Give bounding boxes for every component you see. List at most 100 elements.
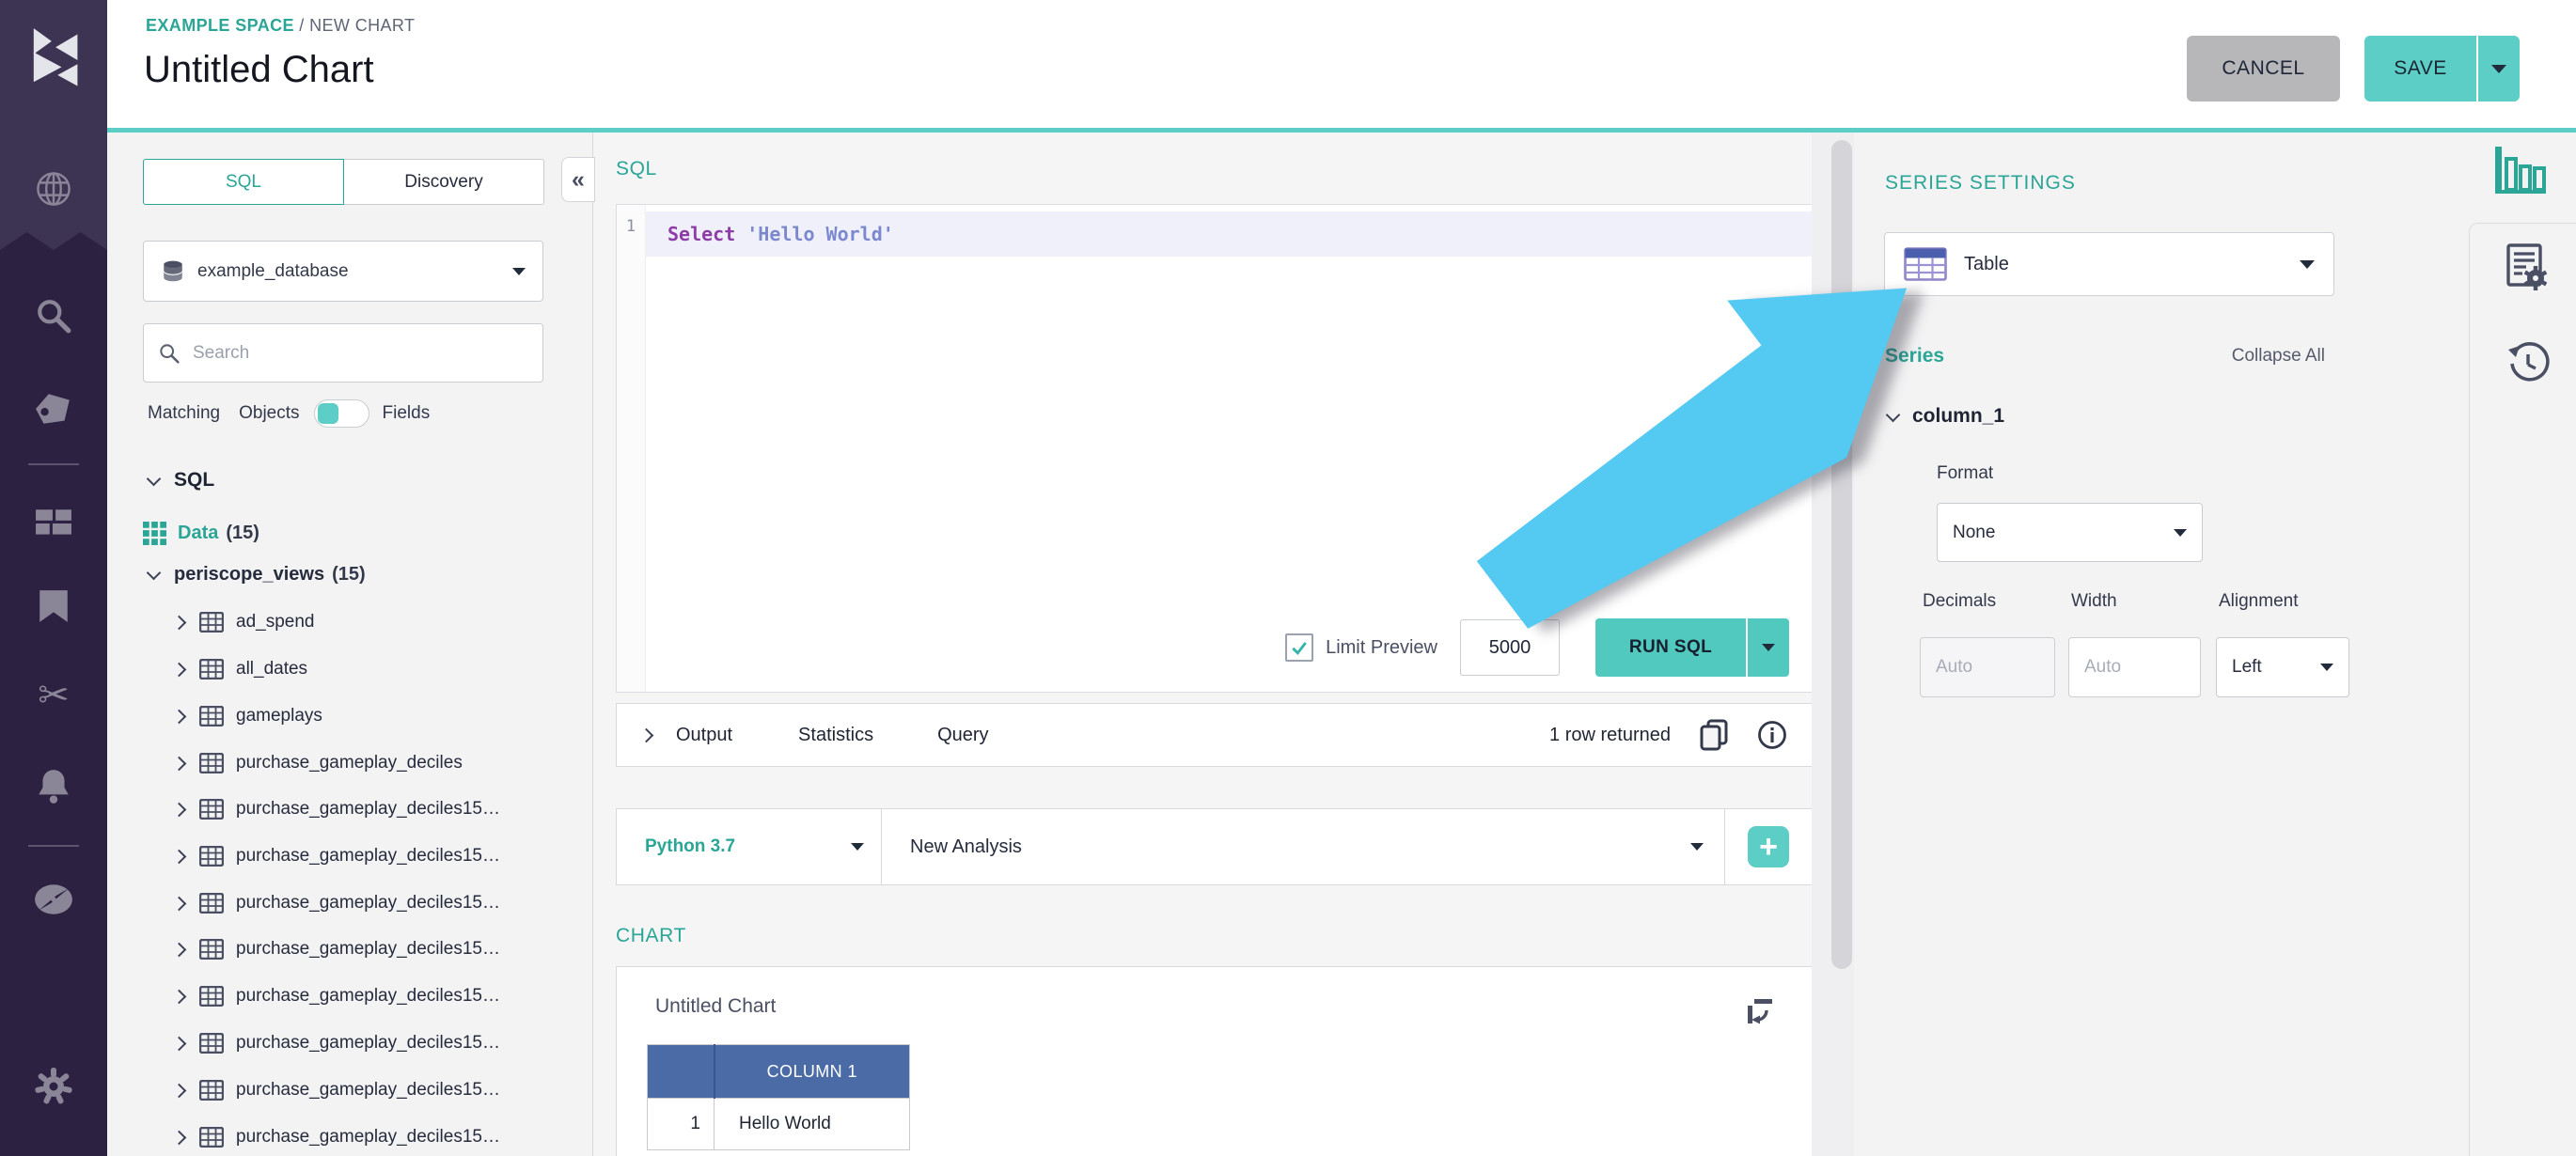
data-grid-icon bbox=[143, 522, 166, 545]
chart-settings-tab[interactable] bbox=[2490, 141, 2552, 197]
collapse-all-link[interactable]: Collapse All bbox=[2232, 346, 2325, 367]
analysis-name: New Analysis bbox=[910, 836, 1022, 858]
sql-keyword: Select bbox=[668, 223, 735, 245]
cancel-button[interactable]: CANCEL bbox=[2187, 36, 2340, 102]
compass-icon bbox=[33, 880, 74, 919]
value-cell[interactable]: Hello World bbox=[715, 1099, 910, 1150]
tree-node-table[interactable]: purchase_gameplay_deciles15… bbox=[174, 1024, 500, 1062]
sql-string-literal: 'Hello World' bbox=[746, 223, 894, 245]
query-settings-tab[interactable] bbox=[2495, 242, 2557, 291]
analysis-selector[interactable]: New Analysis bbox=[882, 809, 1724, 884]
sidebar-item-discover[interactable] bbox=[0, 880, 107, 919]
copy-icon[interactable] bbox=[1699, 719, 1729, 751]
save-options-button[interactable] bbox=[2476, 36, 2520, 102]
tab-sql[interactable]: SQL bbox=[143, 159, 344, 205]
tree-node-table[interactable]: purchase_gameplay_deciles15… bbox=[174, 977, 500, 1015]
database-selector[interactable]: example_database bbox=[143, 241, 543, 302]
sidebar-item-alerts[interactable] bbox=[0, 767, 107, 806]
width-label: Width bbox=[2071, 591, 2117, 612]
tab-statistics[interactable]: Statistics bbox=[798, 725, 873, 746]
series-column-toggle[interactable]: column_1 bbox=[1888, 405, 2004, 428]
nav-sidebar: ✂ bbox=[0, 0, 107, 1156]
source-tabs: SQL Discovery bbox=[143, 159, 544, 205]
alignment-dropdown[interactable]: Left bbox=[2216, 637, 2349, 697]
sidebar-item-snippets[interactable]: ✂ bbox=[0, 677, 107, 714]
sql-editor[interactable]: 1 Select 'Hello World' Limit Preview RUN… bbox=[616, 204, 1813, 693]
page-title[interactable]: Untitled Chart bbox=[144, 49, 374, 91]
toggle-knob bbox=[318, 403, 338, 424]
tree-schema-count: (15) bbox=[332, 564, 366, 586]
sidebar-item-search[interactable] bbox=[0, 297, 107, 335]
info-icon[interactable] bbox=[1757, 720, 1787, 750]
add-analysis-button[interactable]: + bbox=[1748, 826, 1789, 867]
tab-output[interactable]: Output bbox=[676, 725, 732, 746]
bar-chart-icon bbox=[2492, 141, 2549, 197]
chevron-right-icon bbox=[172, 1130, 187, 1145]
tab-discovery[interactable]: Discovery bbox=[344, 159, 544, 205]
chevron-right-icon[interactable] bbox=[639, 727, 654, 742]
tab-query[interactable]: Query bbox=[937, 725, 988, 746]
sidebar-item-globe[interactable] bbox=[0, 169, 107, 209]
caret-down-icon bbox=[851, 843, 864, 851]
editor-active-line[interactable]: Select 'Hello World' bbox=[646, 211, 1812, 257]
tree-node-table[interactable]: purchase_gameplay_deciles15… bbox=[174, 884, 500, 922]
search-input[interactable] bbox=[191, 342, 514, 365]
tree-node-table[interactable]: purchase_gameplay_deciles15… bbox=[174, 837, 500, 875]
breadcrumb-separator: / bbox=[294, 16, 309, 35]
tree-node-schema[interactable]: periscope_views (15) bbox=[149, 555, 366, 593]
tree-node-table[interactable]: all_dates bbox=[174, 650, 307, 688]
decimals-input[interactable] bbox=[1920, 637, 2055, 697]
limit-preview-checkbox[interactable] bbox=[1285, 633, 1313, 662]
table-name: purchase_gameplay_deciles15… bbox=[236, 1033, 500, 1054]
chart-type-selector[interactable]: Table bbox=[1884, 232, 2334, 296]
tree-node-table[interactable]: gameplays bbox=[174, 697, 322, 735]
run-sql-button[interactable]: RUN SQL bbox=[1595, 618, 1746, 677]
chevron-right-icon bbox=[172, 849, 187, 864]
column-header[interactable]: COLUMN 1 bbox=[715, 1045, 910, 1099]
chart-section-heading: CHART bbox=[616, 925, 686, 947]
language-selector[interactable]: Python 3.7 bbox=[617, 809, 882, 884]
table-icon bbox=[199, 846, 224, 867]
result-table: COLUMN 1 1 Hello World bbox=[647, 1044, 910, 1150]
sidebar-item-settings[interactable] bbox=[0, 1066, 107, 1107]
history-clock-icon bbox=[2506, 342, 2550, 385]
table-name: purchase_gameplay_deciles15… bbox=[236, 893, 500, 914]
tree-node-data[interactable]: Data (15) bbox=[143, 514, 259, 552]
tree-node-table[interactable]: ad_spend bbox=[174, 603, 314, 641]
limit-value-input[interactable] bbox=[1460, 619, 1560, 676]
row-count-status: 1 row returned bbox=[1549, 725, 1671, 746]
collapse-panel-button[interactable]: « bbox=[561, 157, 595, 202]
decimals-label: Decimals bbox=[1923, 591, 1996, 612]
save-button[interactable]: SAVE bbox=[2364, 36, 2476, 102]
width-input[interactable] bbox=[2068, 637, 2201, 697]
tree-node-table[interactable]: purchase_gameplay_deciles15… bbox=[174, 790, 500, 828]
sidebar-divider bbox=[28, 463, 79, 465]
matching-objects-label: Objects bbox=[239, 403, 299, 424]
sidebar-item-dashboards[interactable] bbox=[0, 506, 107, 541]
sidebar-item-tags[interactable] bbox=[0, 389, 107, 427]
tree-node-table[interactable]: purchase_gameplay_deciles15… bbox=[174, 930, 500, 968]
workspace-scrollbar bbox=[1812, 133, 1854, 1156]
editor-gutter: 1 bbox=[617, 205, 646, 692]
breadcrumb-page: NEW CHART bbox=[309, 16, 415, 35]
history-tab[interactable] bbox=[2497, 342, 2559, 385]
table-name: gameplays bbox=[236, 706, 322, 726]
run-sql-options-button[interactable] bbox=[1746, 618, 1789, 677]
format-dropdown[interactable]: None bbox=[1937, 503, 2203, 562]
transpose-icon[interactable] bbox=[1746, 997, 1774, 1025]
tree-node-table[interactable]: purchase_gameplay_deciles15… bbox=[174, 1071, 500, 1109]
tree-node-table[interactable]: purchase_gameplay_deciles15… bbox=[174, 1118, 500, 1156]
chevron-right-icon bbox=[172, 1036, 187, 1051]
breadcrumb-space-link[interactable]: EXAMPLE SPACE bbox=[146, 16, 294, 35]
sidebar-item-bookmarks[interactable] bbox=[0, 588, 107, 624]
app-logo[interactable] bbox=[0, 26, 107, 94]
table-name: purchase_gameplay_deciles15… bbox=[236, 1080, 500, 1101]
query-workspace: SQL 1 Select 'Hello World' Limit Preview… bbox=[593, 133, 1811, 1156]
table-chart-icon bbox=[1904, 247, 1947, 281]
tree-node-table[interactable]: purchase_gameplay_deciles bbox=[174, 744, 463, 782]
tree-node-sql-root[interactable]: SQL bbox=[149, 461, 214, 499]
scrollbar-thumb[interactable] bbox=[1831, 140, 1852, 969]
table-icon bbox=[199, 659, 224, 680]
objects-fields-toggle[interactable] bbox=[314, 399, 369, 428]
format-label: Format bbox=[1937, 463, 1993, 484]
